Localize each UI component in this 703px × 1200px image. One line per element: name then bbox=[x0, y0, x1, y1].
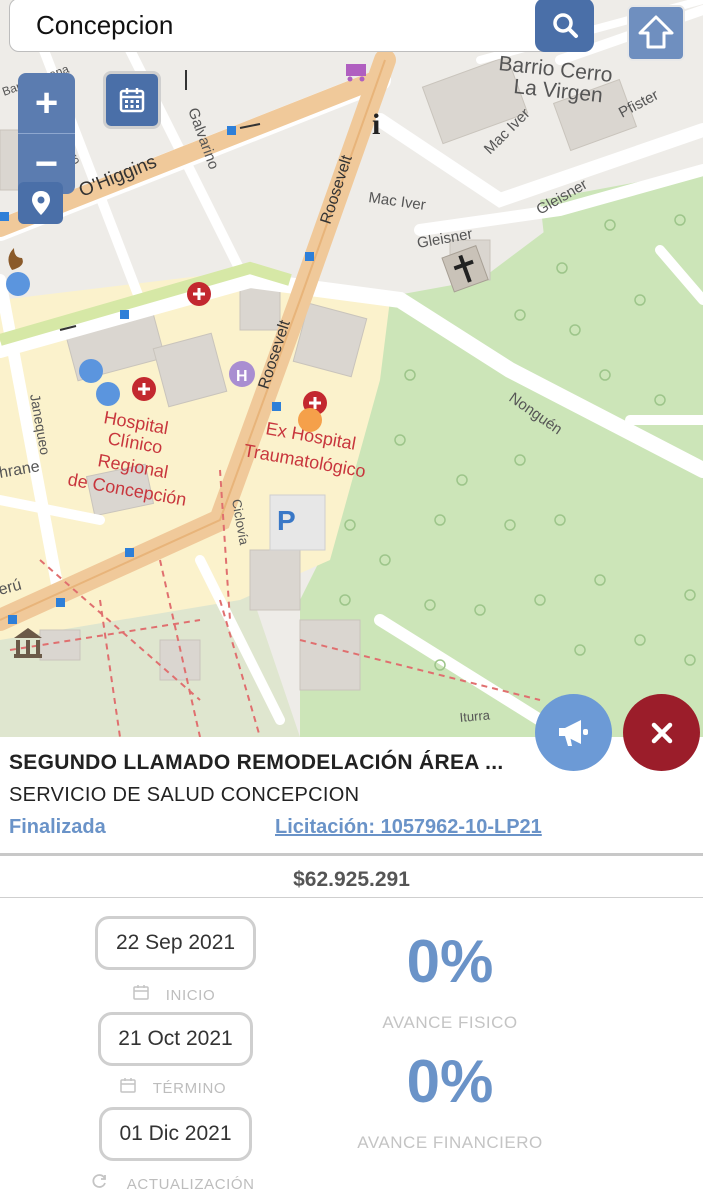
project-marker-selected[interactable] bbox=[298, 408, 322, 432]
close-icon bbox=[651, 722, 672, 743]
avance-financiero-value: 0% bbox=[406, 1048, 494, 1115]
project-title: SEGUNDO LLAMADO REMODELACIÓN ÁREA ... bbox=[9, 751, 504, 774]
termino-date: 21 Oct 2021 bbox=[98, 1012, 253, 1066]
avance-fisico-label: AVANCE FISICO bbox=[382, 1013, 518, 1032]
avance-fisico-value: 0% bbox=[406, 928, 494, 995]
inicio-label: INICIO bbox=[165, 987, 216, 1004]
map-label-iturra: Iturra bbox=[459, 707, 491, 725]
inicio-date: 22 Sep 2021 bbox=[95, 916, 256, 970]
locate-button[interactable] bbox=[18, 182, 63, 224]
search-button[interactable] bbox=[535, 0, 594, 52]
search-box[interactable] bbox=[9, 0, 592, 52]
zoom-in-button[interactable]: + bbox=[18, 73, 75, 133]
minus-icon: − bbox=[34, 141, 59, 186]
map-view[interactable]: H P i Barrio Cerro La Virgen Pfister O'H… bbox=[0, 0, 703, 737]
zoom-control: + − bbox=[18, 73, 75, 194]
actualizacion-label-group: ACTUALIZACIÓN bbox=[92, 1173, 255, 1193]
map-label-mac-iver-1: Mac Iver bbox=[367, 189, 426, 214]
location-pin-icon bbox=[31, 191, 50, 215]
svg-text:H: H bbox=[236, 368, 248, 385]
project-marker[interactable] bbox=[96, 382, 120, 406]
actualizacion-date: 01 Dic 2021 bbox=[99, 1107, 252, 1161]
close-button[interactable] bbox=[623, 694, 700, 771]
calendar-icon bbox=[119, 88, 145, 113]
divider bbox=[0, 853, 703, 856]
calendar-icon bbox=[120, 1078, 141, 1097]
refresh-icon bbox=[92, 1174, 113, 1193]
plus-icon: + bbox=[34, 80, 59, 125]
project-marker[interactable] bbox=[79, 359, 103, 383]
calendar-button[interactable] bbox=[103, 71, 161, 129]
search-input[interactable] bbox=[36, 7, 516, 43]
project-amount: $62.925.291 bbox=[293, 868, 410, 891]
search-icon bbox=[552, 13, 578, 38]
actualizacion-label: ACTUALIZACIÓN bbox=[126, 1176, 255, 1193]
inicio-label-group: INICIO bbox=[133, 984, 215, 1004]
termino-label-group: TÉRMINO bbox=[120, 1077, 226, 1097]
project-organization: SERVICIO DE SALUD CONCEPCION bbox=[9, 784, 360, 806]
project-marker[interactable] bbox=[6, 272, 30, 296]
home-button[interactable] bbox=[627, 5, 685, 61]
avance-financiero-label: AVANCE FINANCIERO bbox=[357, 1133, 543, 1152]
termino-label: TÉRMINO bbox=[152, 1080, 227, 1097]
report-button[interactable] bbox=[535, 694, 612, 771]
calendar-icon bbox=[133, 985, 154, 1004]
svg-text:i: i bbox=[372, 108, 380, 141]
licitacion-link[interactable]: Licitación: 1057962-10-LP21 bbox=[275, 816, 542, 839]
svg-text:P: P bbox=[277, 505, 296, 536]
megaphone-icon bbox=[558, 719, 588, 746]
project-status: Finalizada bbox=[9, 816, 106, 838]
home-icon bbox=[638, 15, 674, 49]
divider bbox=[0, 897, 703, 898]
